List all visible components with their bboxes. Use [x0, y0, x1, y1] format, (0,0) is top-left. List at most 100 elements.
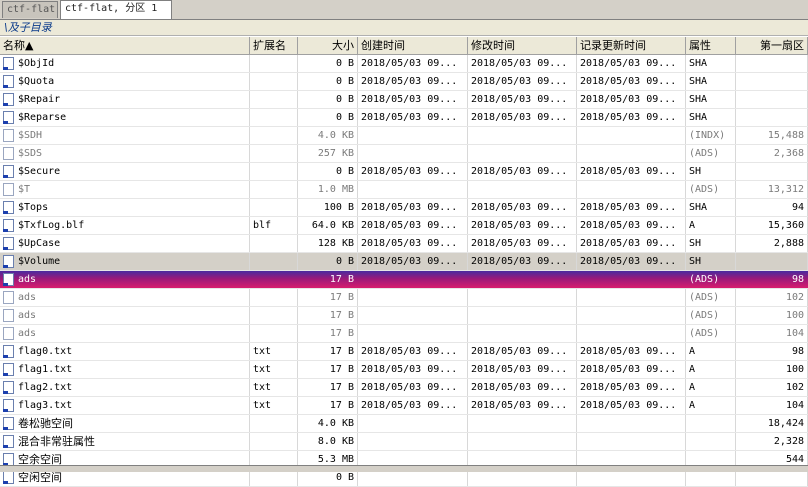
cell-modified: 2018/05/03 09... [468, 109, 577, 126]
path-breadcrumb[interactable]: \及子目录 [0, 20, 808, 36]
cell-ext [250, 433, 298, 450]
cell-sector: 13,312 [736, 181, 808, 198]
table-row[interactable]: $Repair 0 B 2018/05/03 09... 2018/05/03 09.… [0, 91, 808, 109]
file-name: ads [18, 274, 37, 285]
file-icon [3, 129, 14, 142]
cell-modified [468, 127, 577, 144]
file-name: flag0.txt [18, 346, 73, 357]
cell-updated [577, 271, 686, 288]
cell-attr [686, 433, 736, 450]
file-icon [3, 165, 14, 178]
cell-modified [468, 307, 577, 324]
cell-sector: 100 [736, 307, 808, 324]
file-name: ads [18, 310, 37, 321]
cell-modified: 2018/05/03 09... [468, 235, 577, 252]
table-row[interactable]: $Volume 0 B 2018/05/03 09... 2018/05/03 09.… [0, 253, 808, 271]
table-row[interactable]: flag3.txt txt 17 B 2018/05/03 09... 2018/05/… [0, 397, 808, 415]
cell-name: $Tops [0, 199, 250, 216]
file-name: 混合非常驻属性 [18, 435, 95, 448]
cell-size: 0 B [298, 253, 358, 270]
tab-ctf-flat[interactable]: ctf-flat [2, 1, 58, 18]
cell-size: 257 KB [298, 145, 358, 162]
column-header-updated[interactable]: 记录更新时间 [577, 37, 686, 54]
cell-name: ads [0, 271, 250, 288]
table-row[interactable]: ads 17 B (ADS) 98 [0, 271, 808, 289]
cell-ext [250, 181, 298, 198]
cell-sector: 98 [736, 343, 808, 360]
column-header-size[interactable]: 大小 [298, 37, 358, 54]
file-icon [3, 219, 14, 232]
column-header-created[interactable]: 创建时间 [358, 37, 468, 54]
file-name: $Quota [18, 76, 55, 87]
cell-modified [468, 181, 577, 198]
cell-created [358, 271, 468, 288]
table-row[interactable]: $SDH 4.0 KB (INDX) 15,488 [0, 127, 808, 145]
column-header-attr[interactable]: 属性 [686, 37, 736, 54]
table-row[interactable]: $Tops 100 B 2018/05/03 09... 2018/05/03 09.… [0, 199, 808, 217]
cell-attr: SHA [686, 73, 736, 90]
table-row[interactable]: ads 17 B (ADS) 100 [0, 307, 808, 325]
cell-attr: SH [686, 235, 736, 252]
file-name: $SDH [18, 130, 43, 141]
table-row[interactable]: $Quota 0 B 2018/05/03 09... 2018/05/03 09..… [0, 73, 808, 91]
cell-name: flag2.txt [0, 379, 250, 396]
cell-name: $T [0, 181, 250, 198]
tab-partition-1[interactable]: ctf-flat, 分区 1 [60, 0, 172, 19]
table-row[interactable]: 混合非常驻属性 8.0 KB 2,328 [0, 433, 808, 451]
cell-ext: blf [250, 217, 298, 234]
file-icon [3, 381, 14, 394]
table-row[interactable]: flag2.txt txt 17 B 2018/05/03 09... 2018/05/… [0, 379, 808, 397]
cell-created: 2018/05/03 09... [358, 199, 468, 216]
table-row[interactable]: $ObjId 0 B 2018/05/03 09... 2018/05/03 09..… [0, 55, 808, 73]
table-row[interactable]: flag0.txt txt 17 B 2018/05/03 09... 2018/05/… [0, 343, 808, 361]
file-name: flag1.txt [18, 364, 73, 375]
column-header-modified[interactable]: 修改时间 [468, 37, 577, 54]
file-name: flag2.txt [18, 382, 73, 393]
cell-modified [468, 289, 577, 306]
table-row[interactable]: ads 17 B (ADS) 102 [0, 289, 808, 307]
cell-created: 2018/05/03 09... [358, 73, 468, 90]
cell-ext: txt [250, 379, 298, 396]
column-header-sector[interactable]: 第一扇区 [736, 37, 808, 54]
file-icon [3, 399, 14, 412]
cell-ext [250, 271, 298, 288]
table-row[interactable]: 卷松驰空间 4.0 KB 18,424 [0, 415, 808, 433]
table-row[interactable]: flag1.txt txt 17 B 2018/05/03 09... 2018/05/… [0, 361, 808, 379]
cell-name: 混合非常驻属性 [0, 433, 250, 450]
cell-sector [736, 163, 808, 180]
table-row[interactable]: $SDS 257 KB (ADS) 2,368 [0, 145, 808, 163]
cell-size: 4.0 KB [298, 127, 358, 144]
cell-size: 0 B [298, 73, 358, 90]
cell-attr: (ADS) [686, 307, 736, 324]
cell-name: 卷松驰空间 [0, 415, 250, 432]
cell-sector [736, 73, 808, 90]
cell-modified [468, 433, 577, 450]
table-row[interactable]: $TxfLog.blf blf 64.0 KB 2018/05/03 09... 201… [0, 217, 808, 235]
table-row[interactable]: ads 17 B (ADS) 104 [0, 325, 808, 343]
cell-ext [250, 325, 298, 342]
cell-size: 8.0 KB [298, 433, 358, 450]
cell-size: 128 KB [298, 235, 358, 252]
cell-ext [250, 109, 298, 126]
cell-attr: A [686, 343, 736, 360]
column-header-name[interactable]: 名称▲ [0, 37, 250, 54]
table-row[interactable]: $UpCase 128 KB 2018/05/03 09... 2018/05/03 … [0, 235, 808, 253]
file-icon [3, 93, 14, 106]
cell-updated [577, 307, 686, 324]
file-icon [3, 345, 14, 358]
cell-ext [250, 91, 298, 108]
cell-name: flag0.txt [0, 343, 250, 360]
table-row[interactable]: $Secure 0 B 2018/05/03 09... 2018/05/03 09.… [0, 163, 808, 181]
table-row[interactable]: $Reparse 0 B 2018/05/03 09... 2018/05/03 09… [0, 109, 808, 127]
cell-attr: SH [686, 163, 736, 180]
column-header-ext[interactable]: 扩展名 [250, 37, 298, 54]
cell-size: 64.0 KB [298, 217, 358, 234]
table-row[interactable]: $T 1.0 MB (ADS) 13,312 [0, 181, 808, 199]
cell-modified: 2018/05/03 09... [468, 343, 577, 360]
cell-attr: SHA [686, 199, 736, 216]
file-icon [3, 183, 14, 196]
cell-updated [577, 145, 686, 162]
cell-modified [468, 325, 577, 342]
cell-ext [250, 55, 298, 72]
cell-size: 0 B [298, 109, 358, 126]
